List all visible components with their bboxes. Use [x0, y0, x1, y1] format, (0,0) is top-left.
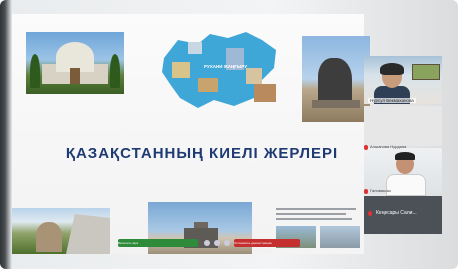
stone-tower [36, 222, 62, 252]
map-photo-5 [188, 42, 202, 54]
map-svg: РУХАНИ ЖАҢҒЫРУ [162, 32, 276, 108]
tree-right [110, 54, 120, 88]
text-line [276, 213, 346, 215]
participant-hair [380, 63, 404, 75]
tree-left [30, 54, 40, 88]
wall-picture [412, 64, 440, 80]
mic-muted-icon [368, 211, 372, 216]
participant-name: Галимкызы [370, 188, 391, 193]
panel-photo-2 [320, 226, 360, 248]
cliff [66, 214, 110, 254]
map-photo-6 [254, 84, 276, 102]
participant-panel: Нурсул Бекмаханова Алшанова Нурдана Гали… [364, 56, 444, 244]
mausoleum-photo [26, 32, 124, 94]
participant-body [386, 174, 426, 196]
participant-video-2[interactable] [364, 106, 442, 146]
participant-name: Кеңесары Сали... [376, 210, 417, 216]
mountain-tower-photo [12, 208, 110, 254]
stop-share-button[interactable]: Остановить демонстрацию [234, 239, 300, 247]
memorial-plinth [312, 100, 360, 108]
control-dot-icon[interactable] [214, 240, 220, 246]
memorial-stone [318, 58, 352, 104]
mic-muted-icon [364, 189, 368, 194]
participant-video-1[interactable] [364, 56, 442, 104]
presentation-slide: РУХАНИ ЖАҢҒЫРУ ҚАЗАҚСТАННЫҢ КИЕЛІ ЖЕРЛЕР… [12, 14, 370, 254]
control-dot-icon[interactable] [204, 240, 210, 246]
map-label: РУХАНИ ЖАҢҒЫРУ [204, 64, 247, 69]
control-dot-icon[interactable] [224, 240, 230, 246]
participant-hair [395, 152, 415, 160]
map-photo-4 [246, 68, 262, 84]
map-photo-2 [198, 78, 218, 92]
text-line [276, 208, 356, 210]
memorial-stone-photo [302, 36, 370, 122]
map-photo-1 [172, 62, 190, 78]
mic-muted-icon [364, 145, 368, 150]
slide-title: ҚАЗАҚСТАННЫҢ КИЕЛІ ЖЕРЛЕРІ [65, 145, 339, 162]
screen-frame: РУХАНИ ЖАҢҒЫРУ ҚАЗАҚСТАННЫҢ КИЕЛІ ЖЕРЛЕР… [0, 0, 458, 269]
audio-button[interactable]: Включить звук [118, 239, 198, 247]
mausoleum-door [70, 68, 80, 84]
participant-name: Нурсул Бекмаханова [368, 98, 416, 103]
kazakhstan-map-collage: РУХАНИ ЖАҢҒЫРУ [158, 28, 282, 112]
text-line [276, 218, 352, 220]
participant-name: Алшанова Нурдана [370, 144, 407, 149]
conference-controls: Включить звук Остановить демонстрацию [118, 239, 318, 247]
